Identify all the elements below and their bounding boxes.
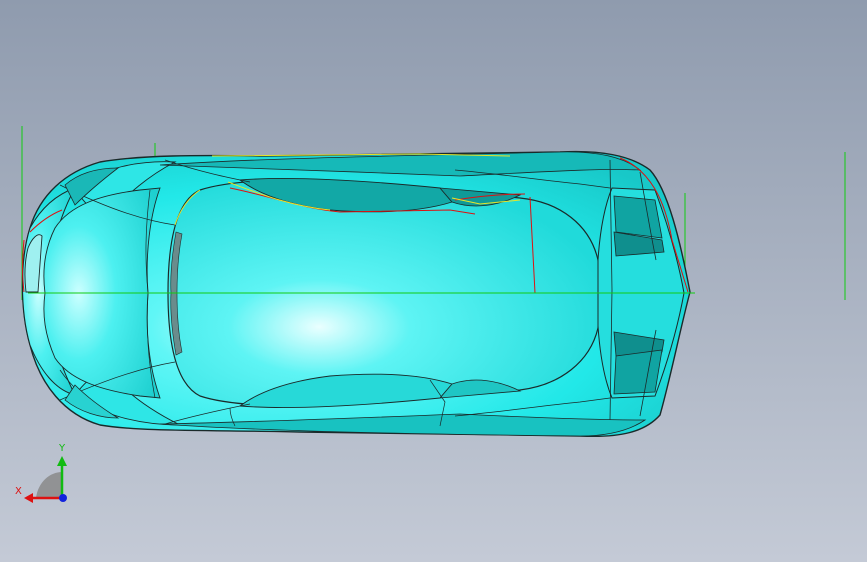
graphics-viewport[interactable]: Y X [0, 0, 867, 562]
car-body[interactable] [21, 150, 691, 438]
car-model-view[interactable] [0, 0, 867, 562]
triad-x-label: X [15, 486, 22, 497]
z-axis-point [59, 494, 67, 502]
rear-vent-top-upper [613, 195, 663, 239]
rear-vent-bottom-lower [613, 349, 663, 395]
x-axis-arrowhead [24, 493, 33, 503]
y-axis-arrowhead [57, 456, 67, 466]
view-triad[interactable] [24, 456, 67, 503]
triad-base-cone [36, 472, 62, 498]
triad-y-label: Y [59, 443, 66, 454]
